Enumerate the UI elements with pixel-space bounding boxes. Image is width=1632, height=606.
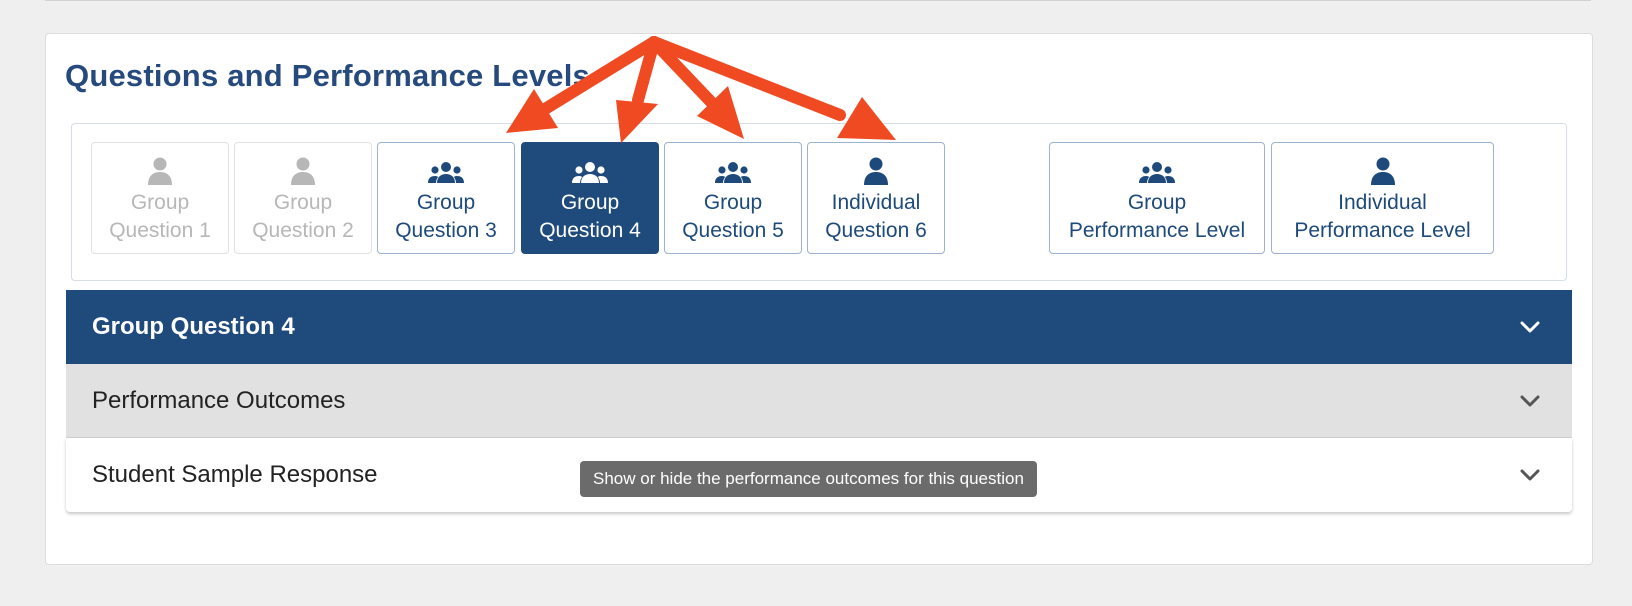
button-label-line1: Group xyxy=(560,191,620,214)
button-label-line2: Question 5 xyxy=(682,219,784,242)
group-question-1-button[interactable]: Group Question 1 xyxy=(91,142,229,254)
button-label-line1: Individual xyxy=(1338,191,1427,214)
button-label-line1: Individual xyxy=(831,191,921,214)
button-label-line1: Group xyxy=(703,191,763,214)
group-performance-level-button[interactable]: Group Performance Level xyxy=(1049,142,1265,254)
questions-card: Questions and Performance Levels Group Q… xyxy=(45,33,1593,565)
individual-question-6-button[interactable]: Individual Question 6 xyxy=(807,142,945,254)
group-icon xyxy=(425,156,467,186)
accordion-title: Student Sample Response xyxy=(92,461,378,488)
page-title: Questions and Performance Levels xyxy=(65,58,590,93)
chevron-down-icon[interactable] xyxy=(1518,315,1542,339)
button-label-line2: Question 1 xyxy=(109,219,211,242)
tooltip: Show or hide the performance outcomes fo… xyxy=(580,461,1037,497)
button-label-line1: Group xyxy=(273,191,333,214)
button-label-line2: Question 6 xyxy=(825,219,927,242)
group-icon xyxy=(712,156,754,186)
group-question-3-button[interactable]: Group Question 3 xyxy=(377,142,515,254)
person-icon xyxy=(855,156,897,186)
accordion-title: Group Question 4 xyxy=(92,313,295,340)
group-question-2-button[interactable]: Group Question 2 xyxy=(234,142,372,254)
person-icon xyxy=(1362,156,1404,186)
top-divider xyxy=(45,0,1591,1)
button-label-line2: Question 4 xyxy=(539,219,641,242)
button-label-line1: Group xyxy=(416,191,476,214)
group-question-4-button[interactable]: Group Question 4 xyxy=(521,142,659,254)
button-label-line2: Performance Level xyxy=(1294,219,1471,242)
chevron-down-icon[interactable] xyxy=(1518,389,1542,413)
question-selector-panel: Group Question 1 Group Question 2 Group … xyxy=(71,123,1567,281)
button-label-line2: Question 2 xyxy=(252,219,354,242)
chevron-down-icon[interactable] xyxy=(1518,463,1542,487)
button-label-line2: Question 3 xyxy=(395,219,497,242)
group-question-5-button[interactable]: Group Question 5 xyxy=(664,142,802,254)
individual-performance-level-button[interactable]: Individual Performance Level xyxy=(1271,142,1494,254)
performance-outcomes-accordion-header[interactable]: Performance Outcomes xyxy=(66,364,1572,438)
accordion-title: Performance Outcomes xyxy=(92,386,346,414)
person-icon xyxy=(282,156,324,186)
person-icon xyxy=(139,156,181,186)
group-icon xyxy=(569,156,611,186)
group-question-4-accordion-header[interactable]: Group Question 4 xyxy=(66,290,1572,364)
button-label-line1: Group xyxy=(1127,191,1187,214)
button-label-line2: Performance Level xyxy=(1068,219,1246,242)
button-label-line1: Group xyxy=(130,191,190,214)
group-icon xyxy=(1136,156,1178,186)
